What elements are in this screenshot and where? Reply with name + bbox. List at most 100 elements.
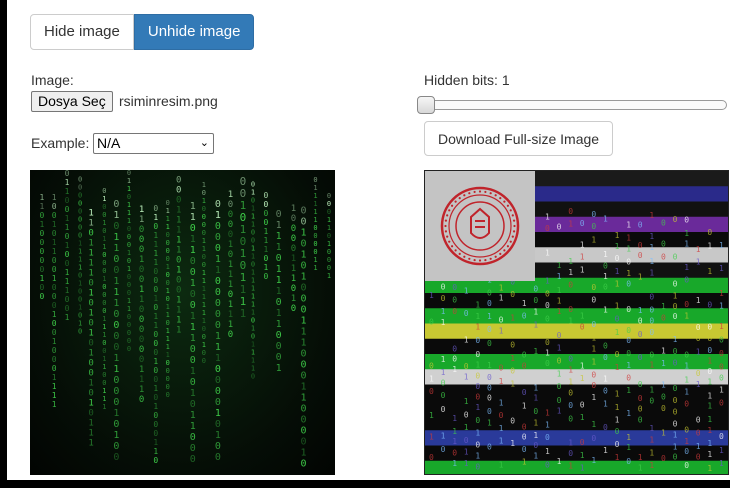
hide-image-button[interactable]: Hide image [30, 14, 134, 50]
matrix-digit: 1 [127, 217, 131, 225]
noise-digit: 0 [696, 334, 701, 343]
matrix-digit: 0 [327, 232, 331, 240]
matrix-digit: 0 [202, 253, 206, 261]
matrix-digit: 1 [228, 240, 233, 250]
matrix-digit: 0 [313, 176, 317, 184]
seal-ring-dot [478, 190, 482, 193]
noise-digit: 1 [510, 313, 515, 322]
matrix-digit: 1 [176, 236, 181, 246]
noise-digit: 1 [452, 427, 457, 436]
matrix-digit: 1 [327, 224, 331, 232]
noise-digit: 0 [649, 397, 654, 406]
matrix-digit: 1 [202, 237, 206, 245]
matrix-digit: 0 [113, 419, 119, 430]
noise-digit: 1 [475, 300, 480, 309]
noise-digit: 0 [661, 392, 666, 401]
matrix-digit: 1 [102, 219, 106, 227]
seal-ring-dot [512, 230, 516, 233]
download-full-size-button[interactable]: Download Full-size Image [424, 121, 614, 156]
noise-digit: 0 [580, 219, 585, 228]
matrix-digit: 0 [88, 388, 93, 398]
noise-digit: 0 [673, 312, 678, 321]
matrix-digit: 0 [301, 282, 307, 293]
example-select[interactable]: N/A ⌄ [93, 133, 214, 154]
matrix-digit: 1 [176, 206, 181, 216]
noise-digit: 1 [510, 354, 515, 363]
matrix-digit: 1 [102, 195, 106, 203]
matrix-digit: 0 [202, 349, 206, 357]
noise-digit: 0 [684, 447, 689, 456]
noise-digit: 0 [475, 393, 480, 402]
matrix-digit: 1 [202, 269, 206, 277]
matrix-digit: 0 [52, 256, 57, 265]
noise-digit: 1 [707, 357, 712, 366]
seal-ring-dot [468, 257, 471, 260]
matrix-digit: 1 [215, 210, 221, 221]
matrix-digit: 1 [153, 312, 158, 321]
slider-thumb[interactable] [417, 96, 435, 114]
matrix-digit: 1 [301, 271, 307, 282]
seal-ring-dot [458, 252, 461, 256]
noise-digit: 0 [533, 296, 538, 305]
matrix-digit: 0 [65, 170, 70, 178]
matrix-digit: 1 [88, 398, 93, 408]
matrix-digit: 1 [65, 214, 70, 223]
noise-digit: 1 [649, 385, 654, 394]
noise-digit: 1 [452, 459, 457, 468]
noise-digit: 1 [649, 461, 654, 470]
matrix-digit: 0 [313, 232, 317, 240]
noise-digit: 0 [452, 296, 457, 305]
matrix-digit: 0 [291, 284, 296, 294]
noise-digit: 0 [591, 222, 596, 231]
matrix-digit: 1 [301, 337, 307, 348]
noise-digit: 0 [603, 283, 608, 292]
noise-digit: 1 [429, 411, 434, 420]
matrix-digit: 1 [301, 249, 307, 260]
noise-digit: 0 [719, 432, 724, 441]
noise-digit: 0 [615, 440, 620, 449]
noise-digit: 1 [649, 269, 654, 278]
hidden-bits-slider[interactable] [417, 96, 727, 114]
matrix-digit: 0 [127, 273, 131, 281]
seal-ring-dot [448, 209, 451, 212]
matrix-digit: 1 [263, 263, 268, 272]
matrix-digit: 0 [113, 452, 119, 463]
noise-digit: 1 [568, 365, 573, 374]
noise-digit: 1 [649, 448, 654, 457]
noise-digit: 1 [626, 409, 631, 418]
matrix-digit: 1 [52, 220, 57, 229]
noise-digit: 0 [707, 346, 712, 355]
matrix-digit: 0 [291, 224, 296, 234]
noise-digit: 0 [719, 363, 724, 372]
matrix-digit: 1 [102, 243, 106, 251]
noise-digit: 1 [603, 250, 608, 259]
seal-ring-dot [484, 190, 487, 194]
noise-digit: 0 [499, 315, 504, 324]
noise-digit: 1 [626, 233, 631, 242]
matrix-digit: 0 [65, 205, 70, 214]
matrix-digit: 0 [102, 371, 106, 379]
matrix-digit: 0 [127, 313, 131, 321]
matrix-digit: 1 [166, 303, 170, 311]
seal-ring-dot [444, 230, 448, 233]
noise-digit: 1 [533, 307, 538, 316]
noise-digit: 1 [475, 451, 480, 460]
matrix-digit: 1 [202, 197, 206, 205]
matrix-digit: 0 [88, 228, 93, 238]
matrix-digit: 0 [139, 395, 144, 405]
unhide-image-button[interactable]: Unhide image [133, 14, 255, 50]
noise-digit: 1 [533, 347, 538, 356]
noise-digit: 1 [557, 261, 562, 270]
noise-digit: 0 [452, 355, 457, 364]
matrix-digit: 1 [39, 193, 44, 202]
choose-file-button[interactable]: Dosya Seç [31, 91, 113, 112]
matrix-digit: 0 [251, 317, 255, 325]
matrix-digit: 0 [251, 333, 255, 341]
matrix-digit: 1 [113, 276, 119, 287]
noise-digit: 0 [441, 391, 446, 400]
noise-digit: 1 [452, 414, 457, 423]
matrix-digit: 1 [153, 258, 158, 267]
noise-digit: 0 [522, 388, 527, 397]
noise-digit: 0 [673, 407, 678, 416]
noise-digit: 1 [707, 439, 712, 448]
